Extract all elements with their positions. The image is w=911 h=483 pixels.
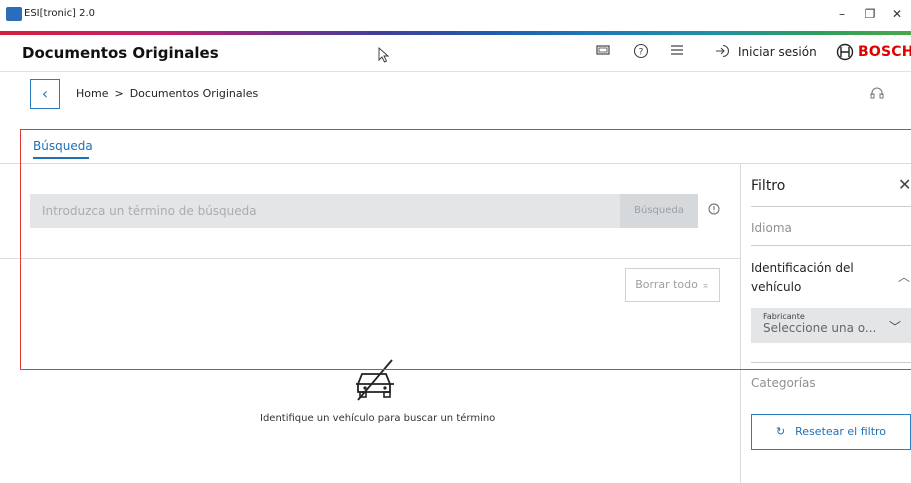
close-window-icon[interactable]: ✕ [886,4,908,24]
login-icon[interactable] [713,43,731,61]
help-icon[interactable]: ? [632,43,650,61]
chevron-left-icon: ‹ [41,84,49,103]
login-link[interactable]: Iniciar sesión [738,45,817,59]
breadcrumb-home[interactable]: Home [76,87,108,100]
highlight-box [20,129,911,370]
empty-state-message: Identifique un vehículo para buscar un t… [260,413,496,424]
brand-name: BOSCH [858,44,911,60]
app-header: Documentos Originales ? Iniciar sesión B… [0,35,911,72]
headset-icon[interactable] [870,87,884,102]
app-icon [6,7,22,21]
window-titlebar: ESI[tronic] 2.0 – ❐ ✕ [0,0,911,31]
filter-categories[interactable]: Categorías [751,376,816,390]
bosch-logo-icon [836,43,854,65]
window-title: ESI[tronic] 2.0 [24,8,96,19]
svg-text:?: ? [639,48,644,58]
screen-icon[interactable] [594,43,612,61]
breadcrumb-separator: > [114,87,124,100]
menu-icon[interactable] [668,43,686,61]
breadcrumb-current: Documentos Originales [129,87,259,100]
mouse-cursor-icon [378,46,390,67]
back-button[interactable]: ‹ [30,79,60,109]
reset-filter-label: Resetear el filtro [795,425,887,438]
page-title: Documentos Originales [22,44,219,62]
breadcrumb: Home > Documentos Originales [76,87,258,100]
restore-icon[interactable]: ❐ [859,4,881,24]
minimize-icon[interactable]: – [831,4,853,24]
refresh-icon: ↻ [775,425,786,438]
reset-filter-button[interactable]: ↻ Resetear el filtro [751,414,911,450]
